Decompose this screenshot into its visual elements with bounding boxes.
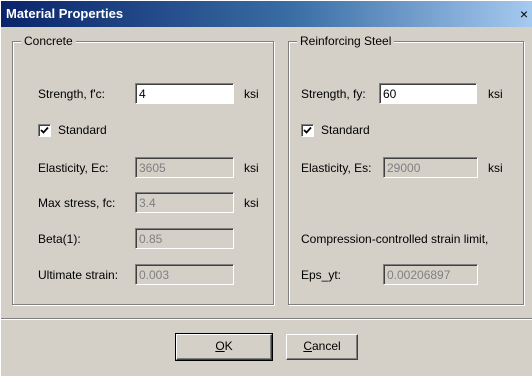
cancel-button-label: Cancel: [303, 339, 341, 353]
eps-yt-input: [383, 264, 478, 285]
cancel-button[interactable]: Cancel: [286, 334, 358, 360]
ok-button-label: OK: [215, 339, 233, 353]
steel-elasticity-label: Elasticity, Es:: [301, 161, 372, 175]
compression-limit-label: Compression-controlled strain limit,: [301, 232, 489, 246]
dialog-title: Material Properties: [6, 6, 124, 21]
steel-strength-input[interactable]: [379, 83, 477, 104]
ultimate-strain-label: Ultimate strain:: [38, 268, 119, 282]
button-separator-highlight: [1, 319, 532, 320]
concrete-group-title: Concrete: [21, 33, 76, 49]
check-mark-icon: [40, 126, 49, 134]
steel-elasticity-unit: ksi: [488, 161, 503, 175]
concrete-elasticity-input: [135, 157, 234, 178]
material-properties-dialog: Material Properties × Concrete Strength,…: [0, 0, 532, 376]
beta-input: [135, 228, 234, 249]
concrete-strength-label: Strength, f'c:: [38, 87, 105, 101]
steel-standard-label[interactable]: Standard: [321, 122, 370, 138]
ultimate-strain-input: [135, 264, 234, 285]
concrete-standard-checkbox[interactable]: [38, 124, 51, 137]
steel-elasticity-input: [383, 157, 478, 178]
check-mark-icon: [303, 126, 312, 134]
close-icon[interactable]: ×: [515, 6, 532, 23]
max-stress-label: Max stress, fc:: [38, 196, 116, 210]
concrete-strength-unit: ksi: [244, 87, 259, 101]
concrete-elasticity-label: Elasticity, Ec:: [38, 161, 109, 175]
concrete-elasticity-unit: ksi: [244, 161, 259, 175]
ok-button[interactable]: OK: [175, 333, 273, 361]
title-bar[interactable]: Material Properties ×: [1, 1, 532, 27]
eps-yt-label: Eps_yt:: [301, 268, 342, 282]
concrete-standard-label[interactable]: Standard: [58, 122, 107, 138]
concrete-strength-input[interactable]: [135, 83, 234, 104]
steel-strength-unit: ksi: [488, 87, 503, 101]
steel-strength-label: Strength, fy:: [301, 87, 366, 101]
max-stress-input: [135, 192, 234, 213]
beta-label: Beta(1):: [38, 232, 81, 246]
steel-standard-checkbox[interactable]: [301, 124, 314, 137]
max-stress-unit: ksi: [244, 196, 259, 210]
steel-group-title: Reinforcing Steel: [297, 33, 395, 49]
